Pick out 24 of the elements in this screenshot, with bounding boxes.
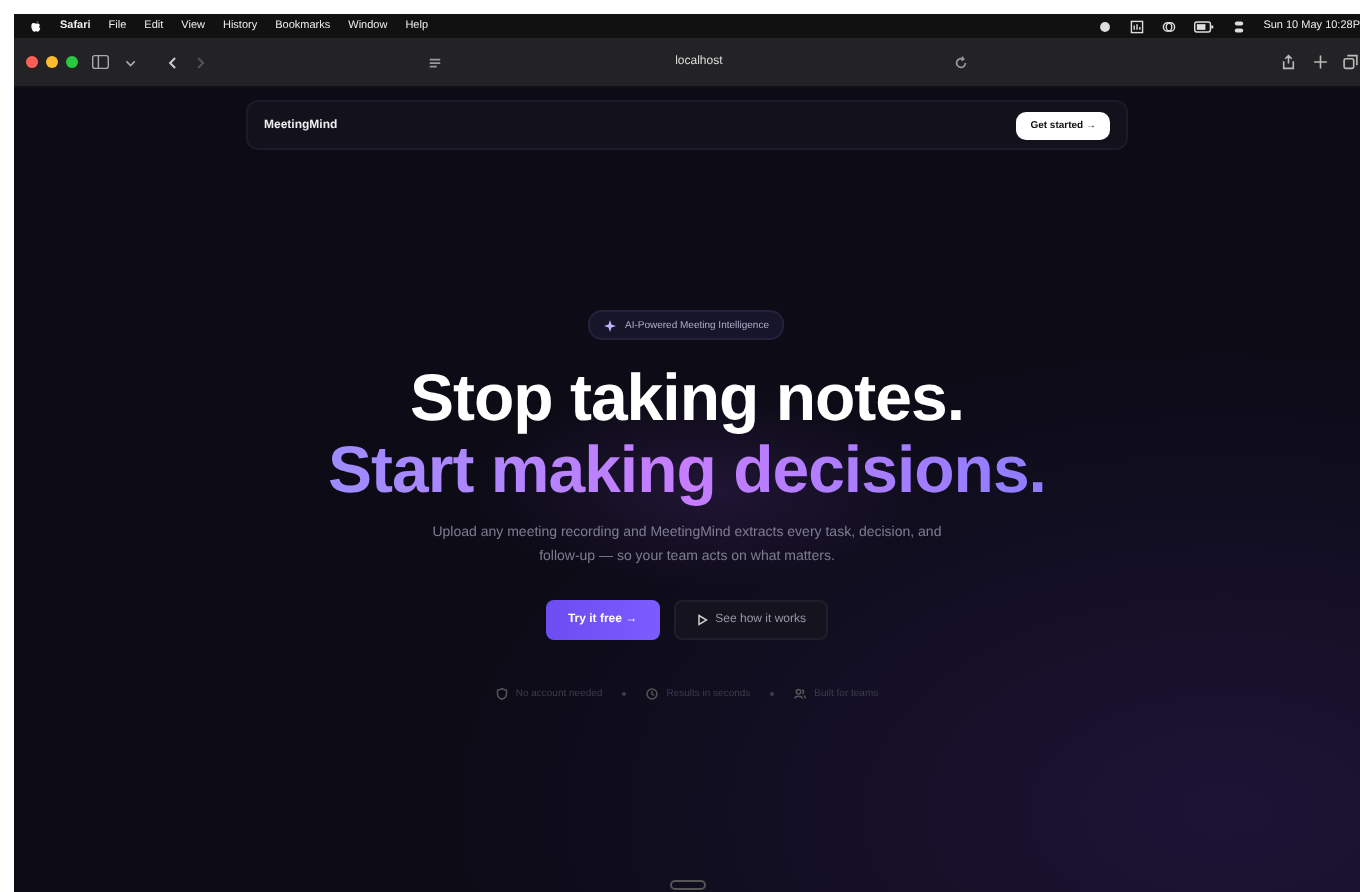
battery-icon[interactable] [1193, 19, 1214, 33]
reader-icon [428, 55, 443, 69]
reload-icon [954, 55, 969, 69]
new-tab-icon[interactable] [1311, 54, 1329, 70]
status-icon[interactable] [1129, 19, 1144, 33]
play-icon [695, 614, 708, 626]
minimize-button[interactable] [46, 56, 58, 68]
clock-icon [646, 688, 659, 700]
close-button[interactable] [26, 56, 38, 68]
sidebar-icon[interactable] [92, 54, 109, 70]
people-icon [794, 688, 807, 700]
apple-icon[interactable] [30, 19, 42, 33]
sparkle-icon [604, 319, 617, 331]
back-icon[interactable] [166, 55, 180, 69]
status-icon[interactable] [1161, 19, 1176, 33]
shield-icon [495, 688, 508, 700]
tabs-overview-icon[interactable] [1342, 54, 1360, 70]
zoom-button[interactable] [66, 56, 78, 68]
scroll-indicator [669, 880, 705, 890]
share-icon[interactable] [1280, 54, 1298, 70]
status-icon[interactable] [1097, 19, 1112, 33]
control-center-icon[interactable] [1231, 19, 1246, 33]
hero-headline: Stop taking notes. [409, 364, 964, 432]
chevron-down-icon[interactable] [123, 55, 137, 69]
